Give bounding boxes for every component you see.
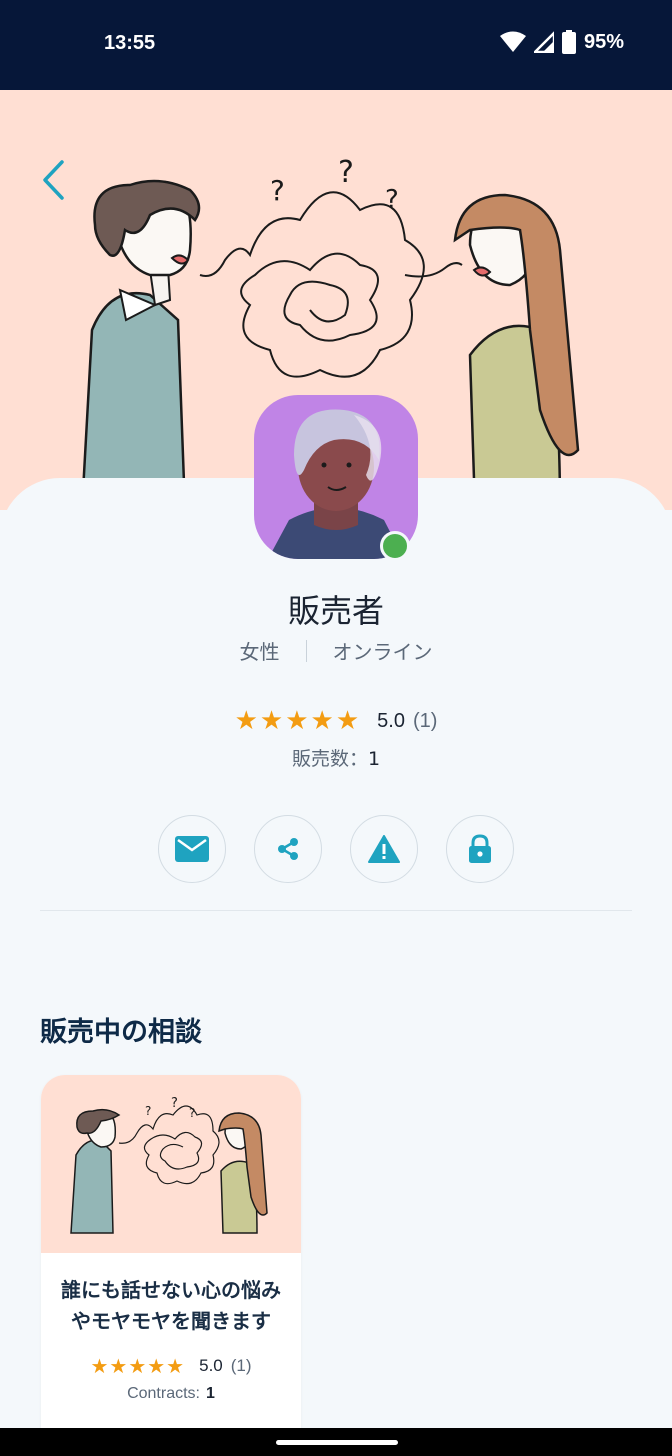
block-button[interactable] <box>446 815 514 883</box>
report-button[interactable] <box>350 815 418 883</box>
listing-rating-count: (1) <box>230 1356 252 1375</box>
seller-rating: ★★★★★ 5.0 (1) <box>0 706 672 736</box>
status-time: 13:55 <box>104 32 156 54</box>
status-bar: 13:55 95% <box>0 0 672 90</box>
rating-value: 5.0 <box>377 709 405 732</box>
wifi-icon <box>499 31 526 52</box>
listing-title-line-2: やモヤモヤを聞きます <box>71 1309 271 1333</box>
listing-rating-value: 5.0 <box>199 1356 223 1375</box>
battery-icon <box>561 30 576 54</box>
lock-icon <box>469 834 491 863</box>
back-button[interactable] <box>32 150 76 210</box>
listing-illustration: ? ? ? <box>70 1096 268 1234</box>
listing-rating: ★★★★★ 5.0 (1) <box>41 1354 301 1378</box>
chevron-left-icon <box>43 160 64 200</box>
share-icon <box>278 838 298 860</box>
system-nav-bar <box>0 1428 672 1456</box>
listing-star-icon: ★★★★★ <box>90 1354 186 1378</box>
seller-name: 販売者 <box>287 592 384 630</box>
battery-percent: 95% <box>583 30 624 53</box>
seller-gender: 女性 <box>239 640 280 664</box>
meta-divider <box>305 639 307 662</box>
svg-text:?: ? <box>338 155 354 190</box>
share-button[interactable] <box>254 815 322 883</box>
listing-image: ? ? ? <box>41 1075 301 1253</box>
listing-title-line-1: 誰にも話せない心の悩み <box>61 1278 281 1302</box>
rating-count: (1) <box>412 709 438 732</box>
sales-label: 販売数： <box>291 748 368 770</box>
svg-text:?: ? <box>171 1096 178 1111</box>
section-divider <box>40 910 632 911</box>
svg-text:?: ? <box>145 1104 151 1118</box>
signal-icon <box>533 31 554 53</box>
online-status-indicator <box>380 531 410 561</box>
svg-text:?: ? <box>189 1106 195 1120</box>
section-title: 販売中の相談 <box>40 1017 202 1048</box>
sales-count: 販売数：1 <box>0 744 672 771</box>
warning-icon <box>368 835 400 863</box>
star-rating-icon: ★★★★★ <box>234 706 362 736</box>
sales-value: 1 <box>367 748 381 770</box>
action-buttons <box>158 815 514 883</box>
status-icons: 95% <box>499 30 624 54</box>
listing-card[interactable]: ? ? ? 誰にも話せない心の悩み やモヤモヤを聞きます ★★★★★ 5.0 (… <box>41 1075 301 1456</box>
contracts-count: 1 <box>206 1385 215 1402</box>
svg-text:?: ? <box>385 185 399 215</box>
seller-meta: 女性 オンライン <box>0 636 672 665</box>
svg-text:?: ? <box>270 174 285 207</box>
home-gesture-handle[interactable] <box>276 1440 398 1445</box>
listing-title: 誰にも話せない心の悩み やモヤモヤを聞きます <box>41 1275 301 1337</box>
seller-status: オンライン <box>332 640 433 664</box>
message-button[interactable] <box>158 815 226 883</box>
listing-contracts: Contracts: 1 <box>41 1385 301 1403</box>
mail-icon <box>175 836 209 862</box>
contracts-label: Contracts: <box>127 1385 200 1402</box>
